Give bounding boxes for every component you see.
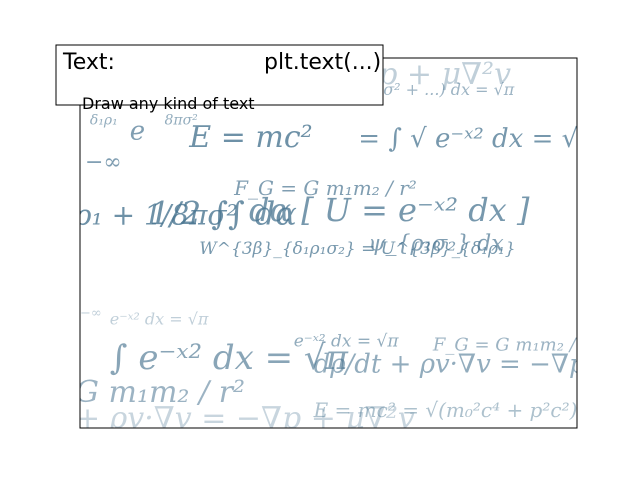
equation-layer: p + μ∇²v∫ √(σ² + ...) dx = √πδ₁ρ₁ e 8πσ²E … <box>80 58 596 428</box>
header-subtitle: Draw any kind of text <box>82 94 255 113</box>
equation-text: F_G = G m₁m₂ / r² <box>233 176 417 200</box>
header-right-label: plt.text(...) <box>264 50 381 75</box>
header-left-label: Text: <box>62 50 115 75</box>
equation-text: = ∫ √ e⁻ˣ² dx = √π <box>358 124 596 154</box>
equation-text: E = mc² = √(m₀²c⁴ + p²c²) <box>313 398 578 422</box>
equation-text: e <box>130 116 145 146</box>
equation-text: −∞ <box>85 150 122 175</box>
equation-text: dρ/dt + ρv·∇v = −∇p <box>314 350 586 380</box>
chart-figure: p + μ∇²v∫ √(σ² + ...) dx = √πδ₁ρ₁ e 8πσ²E … <box>55 44 596 429</box>
equation-text: e⁻ˣ² dx = √π <box>110 309 209 328</box>
equation-text: E = mc² <box>188 120 312 155</box>
equation-text: ψ_{ρ₁σ₂} dx <box>368 231 504 256</box>
equation-text: δ₁ρ₁ <box>90 113 118 129</box>
equation-text: −∞ <box>80 306 102 321</box>
